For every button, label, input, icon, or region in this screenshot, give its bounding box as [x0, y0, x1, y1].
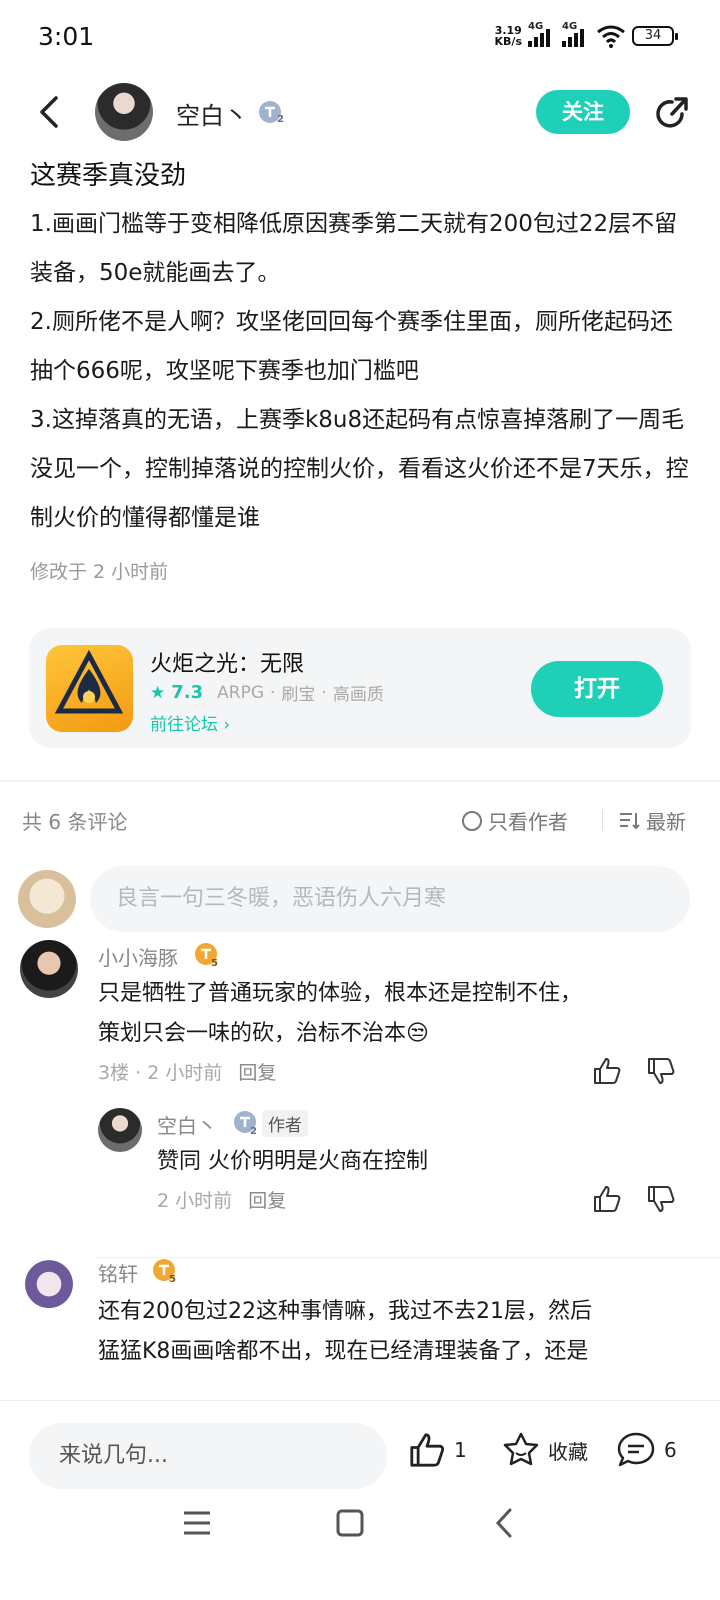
game-tag: 刷宝 [281, 685, 316, 705]
comment-meta: 2 小时前 回复 [157, 1186, 286, 1213]
game-rating: ★ 7.3 ARPG · 刷宝 · 高画质 [150, 682, 384, 705]
radio-icon[interactable] [462, 810, 482, 831]
post-content: 这赛季真没劲 1.画画门槛等于变相降低原因赛季第二天就有200包过22层不留装备… [30, 152, 690, 584]
post-paragraph: 3.这掉落真的无语，上赛季k8u8还起码有点惊喜掉落刷了一周毛没见一个，控制掉落… [30, 407, 689, 531]
battery-icon: 34 [632, 26, 678, 46]
favorite-button[interactable]: 收藏 [502, 1431, 588, 1469]
comment-input[interactable]: 良言一句三冬暖，恶语伤人六月寒 [90, 866, 690, 932]
author-avatar[interactable] [95, 83, 153, 141]
system-nav-bar [0, 1500, 720, 1600]
my-avatar [18, 870, 76, 928]
comments-header: 共 6 条评论 只看作者 最新 [22, 806, 692, 836]
level-badge-icon: 5 [153, 1259, 176, 1284]
follow-button[interactable]: 关注 [536, 90, 630, 134]
thumbs-up-icon[interactable] [592, 1056, 622, 1086]
section-divider [0, 780, 720, 782]
share-icon[interactable] [652, 94, 690, 132]
status-icons: 3.19 KB/s 4G 4G 34 [494, 21, 678, 48]
like-count: 1 [454, 1438, 467, 1462]
back-nav-icon[interactable] [494, 1508, 514, 1538]
comment-text: 只是牺牲了普通玩家的体验，根本还是控制不住， [98, 981, 583, 1006]
comment-text: 赞同 火价明明是火商在控制 [157, 1149, 428, 1174]
svg-text:5: 5 [169, 1274, 176, 1284]
thumbs-down-icon[interactable] [646, 1184, 676, 1214]
network-speed: 3.19 KB/s [494, 24, 522, 48]
comment-text: 策划只会一味的砍，治标不治本😒 [98, 1021, 429, 1046]
commenter-name[interactable]: 小小海豚 [98, 942, 178, 971]
like-button[interactable]: 1 [408, 1431, 467, 1469]
level-badge-icon: 5 [195, 943, 218, 968]
cell-signal-icon-2: 4G [562, 21, 590, 47]
thumbs-up-icon[interactable] [592, 1184, 622, 1214]
game-logo-icon [46, 645, 133, 732]
game-tag: ARPG [217, 682, 265, 703]
star-outline-icon [503, 1432, 539, 1466]
author-name[interactable]: 空白丶 [176, 96, 248, 131]
author-tag: 作者 [262, 1110, 308, 1137]
menu-icon[interactable] [183, 1510, 211, 1536]
sort-icon [620, 812, 640, 829]
comment-meta: 3楼 · 2 小时前 回复 [98, 1062, 277, 1084]
comments-button[interactable]: 6 [616, 1431, 677, 1469]
reply-button[interactable]: 回复 [238, 1062, 276, 1084]
only-author-toggle[interactable]: 只看作者 [462, 806, 568, 835]
game-name: 火炬之光：无限 [150, 652, 305, 677]
game-card[interactable]: 火炬之光：无限 ★ 7.3 ARPG · 刷宝 · 高画质 前往论坛 › 打开 [29, 628, 691, 748]
comment-text: 还有200包过22这种事情嘛，我过不去21层，然后 [98, 1299, 592, 1324]
post-paragraph: 1.画画门槛等于变相降低原因赛季第二天就有200包过22层不留装备，50e就能画… [30, 211, 678, 286]
chevron-right-icon: › [223, 715, 231, 735]
commenter-name[interactable]: 空白丶 [157, 1110, 217, 1139]
open-game-button[interactable]: 打开 [531, 661, 663, 717]
post-body: 1.画画门槛等于变相降低原因赛季第二天就有200包过22层不留装备，50e就能画… [30, 200, 690, 543]
clock: 3:01 [38, 22, 95, 51]
bottom-action-bar: 来说几句... 1 收藏 6 [0, 1400, 720, 1500]
thumbs-up-icon [410, 1433, 445, 1467]
post-title: 这赛季真没劲 [30, 161, 187, 191]
reply-button[interactable]: 回复 [248, 1190, 286, 1212]
level-badge-icon: 2 [234, 1111, 257, 1136]
comment-count: 共 6 条评论 [22, 810, 128, 834]
commenter-avatar[interactable] [20, 940, 78, 998]
svg-text:2: 2 [250, 1126, 257, 1136]
wifi-icon [597, 25, 625, 48]
post-header: 空白丶 2 关注 [0, 80, 720, 144]
comment-divider [96, 1257, 720, 1258]
comment-time: 2 小时前 [147, 1062, 223, 1084]
commenter-name[interactable]: 铭轩 [98, 1258, 138, 1287]
comment-bubble-icon [617, 1432, 655, 1467]
reply-input[interactable]: 来说几句... [29, 1423, 387, 1489]
comment-text: 猛猛K8画画啥都不出，现在已经清理装备了，还是 [98, 1339, 589, 1364]
post-paragraph: 2.厕所佬不是人啊？攻坚佬回回每个赛季住里面，厕所佬起码还抽个666呢，攻坚呢下… [30, 309, 673, 384]
commenter-avatar[interactable] [98, 1108, 142, 1152]
favorite-label: 收藏 [548, 1439, 588, 1464]
sort-latest-button[interactable]: 最新 [618, 806, 686, 835]
game-tag: 高画质 [332, 685, 384, 705]
cell-signal-icon: 4G [528, 21, 556, 47]
level-badge-icon: 2 [259, 101, 284, 124]
star-icon: ★ [150, 682, 166, 703]
comment-count: 6 [664, 1438, 677, 1462]
back-arrow-icon[interactable] [34, 94, 64, 130]
modified-time: 修改于 2 小时前 [30, 561, 169, 583]
status-bar: 3:01 3.19 KB/s 4G 4G 34 [0, 0, 720, 80]
thumbs-down-icon[interactable] [646, 1056, 676, 1086]
comment-time: 2 小时前 [157, 1190, 233, 1212]
commenter-avatar[interactable] [20, 1258, 78, 1316]
rating-value: 7.3 [171, 682, 204, 703]
forum-link[interactable]: 前往论坛 › [150, 710, 230, 735]
home-icon[interactable] [336, 1509, 364, 1537]
divider [602, 810, 603, 830]
floor-number: 3楼 [98, 1062, 130, 1084]
svg-text:5: 5 [211, 958, 218, 968]
svg-text:2: 2 [277, 114, 284, 124]
